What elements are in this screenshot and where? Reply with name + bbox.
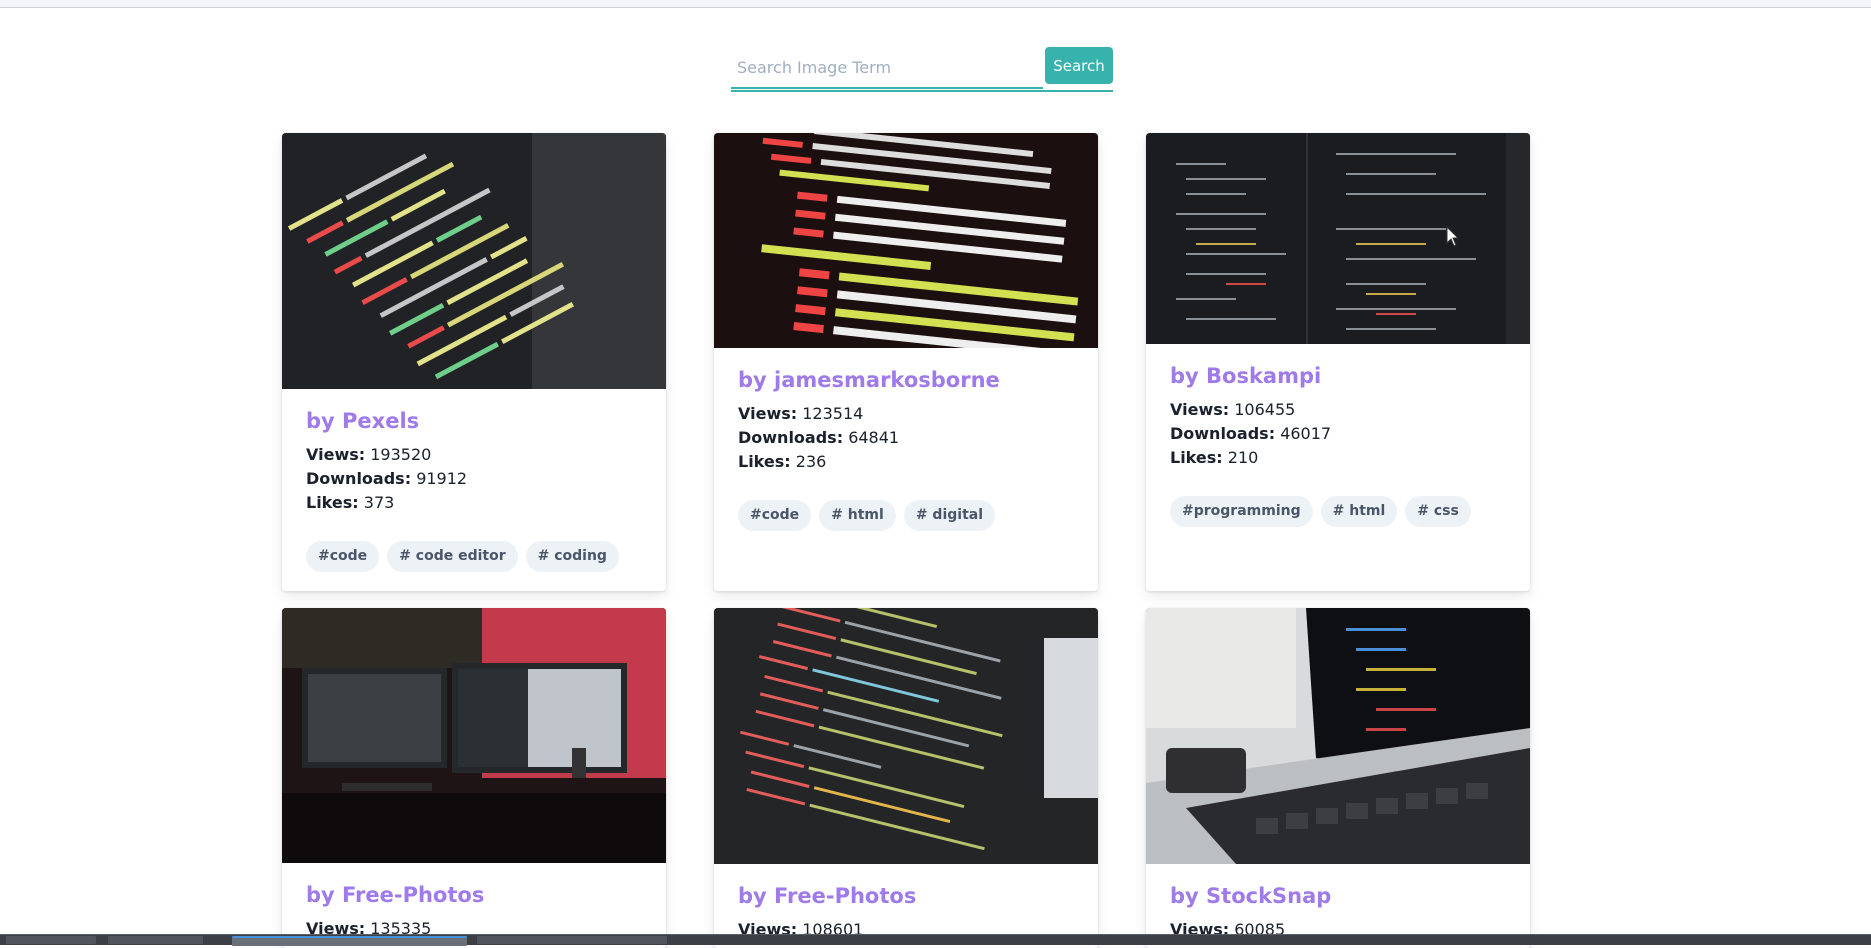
card-author: by Pexels: [306, 409, 420, 433]
image-thumbnail[interactable]: [714, 133, 1098, 348]
code-screen-image: [1146, 133, 1530, 344]
desk-monitors-image: [282, 608, 666, 863]
card-views: Views: 106455: [1170, 400, 1296, 419]
tag-badge: # html: [1320, 496, 1398, 527]
search-underline: [731, 90, 1113, 92]
card-author: by Free-Photos: [306, 883, 485, 907]
card-views: Views: 193520: [306, 445, 432, 464]
tag-badge: # code editor: [387, 541, 518, 572]
image-thumbnail[interactable]: [1146, 133, 1530, 344]
card-likes: Likes: 210: [1170, 448, 1259, 467]
image-card: by jamesmarkosborne Views: 123514 Downlo…: [714, 133, 1098, 591]
code-screen-image: [714, 608, 1098, 864]
search-form: Search: [731, 47, 1113, 92]
card-author: by jamesmarkosborne: [738, 368, 1000, 392]
card-downloads: Downloads: 64841: [738, 428, 900, 447]
card-author: by Boskampi: [1170, 364, 1322, 388]
laptop-code-image: [1146, 608, 1530, 864]
card-author: by Free-Photos: [738, 884, 917, 908]
card-tags: #code # html # digital: [738, 500, 1074, 531]
tag-badge: # css: [1405, 496, 1471, 527]
card-author: by StockSnap: [1170, 884, 1332, 908]
search-input[interactable]: [731, 47, 1043, 89]
tag-badge: #code: [738, 500, 812, 531]
tag-badge: # coding: [525, 541, 619, 572]
tag-badge: # digital: [903, 500, 996, 531]
image-thumbnail[interactable]: [282, 608, 666, 863]
card-downloads: Downloads: 46017: [1170, 424, 1332, 443]
taskbar-item[interactable]: [6, 936, 96, 944]
taskbar-item-active[interactable]: [232, 936, 467, 946]
mouse-cursor-icon: [1446, 226, 1460, 247]
image-thumbnail[interactable]: [714, 608, 1098, 864]
tag-badge: #programming: [1170, 496, 1313, 527]
image-card: by Free-Photos Views: 108601: [714, 608, 1098, 948]
tag-badge: # html: [819, 500, 896, 531]
card-tags: #code # code editor # coding: [306, 541, 642, 572]
image-card: by Free-Photos Views: 135335: [282, 608, 666, 948]
card-downloads: Downloads: 91912: [306, 469, 468, 488]
card-likes: Likes: 373: [306, 493, 395, 512]
os-taskbar: [0, 934, 1871, 946]
code-screen-image: [282, 133, 666, 389]
image-card: by StockSnap Views: 60085: [1146, 608, 1530, 948]
card-views: Views: 123514: [738, 404, 864, 423]
tag-badge: #code: [306, 541, 380, 572]
image-card: by Pexels Views: 193520 Downloads: 91912…: [282, 133, 666, 591]
image-card: by Boskampi Views: 106455 Downloads: 460…: [1146, 133, 1530, 591]
search-button[interactable]: Search: [1045, 47, 1113, 84]
image-thumbnail[interactable]: [1146, 608, 1530, 864]
browser-top-edge: [0, 0, 1871, 8]
system-tray[interactable]: [1580, 936, 1730, 944]
taskbar-item[interactable]: [108, 936, 203, 944]
code-screen-image: [714, 133, 1098, 348]
card-likes: Likes: 236: [738, 452, 827, 471]
taskbar-item[interactable]: [477, 936, 667, 944]
image-thumbnail[interactable]: [282, 133, 666, 389]
card-tags: #programming # html # css: [1170, 496, 1506, 527]
